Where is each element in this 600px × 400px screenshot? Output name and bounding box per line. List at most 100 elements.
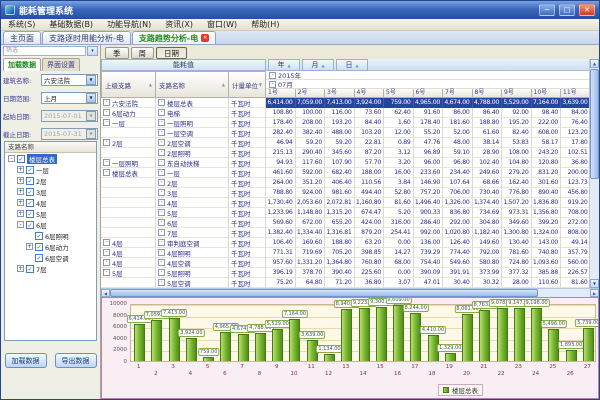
tree-item[interactable]: +✓7层 bbox=[5, 263, 96, 274]
cell-value[interactable]: 734.69 bbox=[473, 208, 503, 218]
tree-item[interactable]: +✓2层 bbox=[5, 175, 96, 186]
cell-value[interactable]: 776.80 bbox=[502, 188, 532, 198]
cell-value[interactable]: 200.00 bbox=[561, 168, 591, 178]
cell-value[interactable]: 59.20 bbox=[325, 138, 355, 148]
row-collapse-icon[interactable]: - bbox=[158, 129, 165, 136]
cell-value[interactable]: 86.40 bbox=[473, 108, 503, 118]
group-collapse-icon[interactable]: - bbox=[103, 139, 110, 146]
maximize-button[interactable]: □ bbox=[559, 4, 575, 16]
cell-value[interactable]: 3,639.00 bbox=[561, 98, 591, 108]
cell-value[interactable]: 836.80 bbox=[443, 208, 473, 218]
table-row[interactable]: -4层-4层照明千瓦时771.31719.69705.20398.8514.27… bbox=[101, 248, 591, 258]
cell-value[interactable]: 4,788.00 bbox=[473, 98, 503, 108]
cell-value[interactable]: 7,164.00 bbox=[532, 98, 562, 108]
day-header-10号[interactable]: 10号 bbox=[532, 89, 562, 98]
cell-value[interactable]: 59.10 bbox=[443, 148, 473, 158]
export-data-button[interactable]: 导出数据 bbox=[55, 353, 97, 368]
cell-value[interactable]: 130.40 bbox=[502, 238, 532, 248]
cell-value[interactable]: 82.40 bbox=[502, 128, 532, 138]
scroll-down-icon[interactable]: ▼ bbox=[590, 279, 599, 288]
cell-value[interactable]: 378.70 bbox=[296, 268, 326, 278]
chart-bar[interactable] bbox=[410, 313, 421, 361]
chart-bar[interactable] bbox=[134, 324, 145, 361]
cell-value[interactable]: 282.40 bbox=[266, 128, 296, 138]
cell-value[interactable]: 3.07 bbox=[384, 278, 414, 288]
group-collapse-icon[interactable]: - bbox=[103, 169, 110, 176]
chart-bar[interactable] bbox=[272, 329, 283, 361]
cell-value[interactable]: 272.00 bbox=[561, 218, 591, 228]
group-collapse-icon[interactable]: - bbox=[103, 269, 110, 276]
cell-value[interactable]: 792.00 bbox=[473, 248, 503, 258]
sort-asc-icon[interactable]: ▲ bbox=[149, 82, 152, 87]
row-collapse-icon[interactable]: - bbox=[158, 139, 165, 146]
cell-value[interactable]: 103.20 bbox=[355, 128, 385, 138]
cell-value[interactable]: 580.80 bbox=[473, 258, 503, 268]
row-collapse-icon[interactable]: - bbox=[158, 239, 165, 246]
tab-3[interactable]: 支路趋势分析-电✕ bbox=[132, 31, 216, 44]
cell-value[interactable]: 102.51 bbox=[561, 148, 591, 158]
expand-icon[interactable]: + bbox=[17, 166, 24, 173]
cell-value[interactable]: 1,233.96 bbox=[266, 208, 296, 218]
chart-bar[interactable] bbox=[289, 319, 300, 361]
cell-value[interactable]: 102.40 bbox=[473, 158, 503, 168]
group-collapse-icon[interactable]: - bbox=[103, 109, 110, 116]
cell-value[interactable]: 382.40 bbox=[296, 128, 326, 138]
cell-value[interactable]: 1,836.80 bbox=[532, 198, 562, 208]
cell-value[interactable]: 6,414.00 bbox=[266, 98, 296, 108]
cell-value[interactable]: 52.80 bbox=[384, 188, 414, 198]
cell-value[interactable]: 290.40 bbox=[296, 148, 326, 158]
cell-value[interactable]: 249.60 bbox=[473, 168, 503, 178]
cell-value[interactable]: 5.20 bbox=[384, 208, 414, 218]
cell-value[interactable]: 84.00 bbox=[561, 108, 591, 118]
chart-bar[interactable] bbox=[255, 333, 266, 361]
expand-icon[interactable]: + bbox=[17, 188, 24, 195]
cell-value[interactable]: 178.40 bbox=[266, 118, 296, 128]
cell-value[interactable]: 30.40 bbox=[443, 278, 473, 288]
cell-value[interactable]: 286.40 bbox=[414, 218, 444, 228]
cell-value[interactable]: 3,924.00 bbox=[355, 98, 385, 108]
cell-value[interactable]: 16.00 bbox=[384, 168, 414, 178]
chart-bar[interactable] bbox=[514, 308, 525, 361]
collapse-month-icon[interactable]: - bbox=[269, 81, 276, 88]
cell-value[interactable]: 36.80 bbox=[355, 278, 385, 288]
menu-item[interactable]: 系统(S) bbox=[1, 19, 42, 30]
cell-value[interactable]: 0.89 bbox=[384, 138, 414, 148]
table-row[interactable]: -5层千瓦时1,233.961,148.801,315.20674.475.20… bbox=[101, 208, 591, 218]
collapse-icon[interactable]: - bbox=[17, 221, 24, 228]
cell-value[interactable]: 398.85 bbox=[355, 248, 385, 258]
cell-value[interactable]: 461.60 bbox=[266, 168, 296, 178]
cell-value[interactable]: 1,331.20 bbox=[296, 258, 326, 268]
cell-value[interactable]: 49.14 bbox=[561, 238, 591, 248]
cell-value[interactable]: 96.00 bbox=[414, 158, 444, 168]
cell-value[interactable]: 188.80 bbox=[325, 238, 355, 248]
row-collapse-icon[interactable]: - bbox=[158, 249, 165, 256]
cell-value[interactable]: 592.00 bbox=[296, 168, 326, 178]
chart-bar[interactable] bbox=[359, 308, 370, 361]
cell-value[interactable]: 740.80 bbox=[532, 248, 562, 258]
cell-value[interactable]: 117.60 bbox=[296, 158, 326, 168]
cell-value[interactable]: 424.00 bbox=[355, 218, 385, 228]
checkbox-checked[interactable]: ✓ bbox=[35, 254, 43, 262]
cell-value[interactable]: 1,496.40 bbox=[414, 198, 444, 208]
cell-value[interactable]: 36.80 bbox=[561, 158, 591, 168]
cell-value[interactable]: 1,382.40 bbox=[266, 228, 296, 238]
cell-value[interactable]: 1,730.40 bbox=[266, 198, 296, 208]
field-button-月[interactable]: 月▲ bbox=[302, 59, 334, 71]
day-header-11号[interactable]: 11号 bbox=[561, 89, 591, 98]
cell-value[interactable]: 1,093.60 bbox=[532, 258, 562, 268]
table-row[interactable]: -3层千瓦时788.80924.00981.60494.4052.80757.2… bbox=[101, 188, 591, 198]
cell-value[interactable]: 100.00 bbox=[296, 108, 326, 118]
row-collapse-icon[interactable]: - bbox=[158, 229, 165, 236]
cell-value[interactable]: 1,334.40 bbox=[296, 228, 326, 238]
chart-bar[interactable] bbox=[220, 332, 231, 361]
expand-icon[interactable]: + bbox=[17, 265, 24, 272]
day-header-5号[interactable]: 5号 bbox=[384, 89, 414, 98]
tab-2[interactable]: 支路逐时用能分析-电 bbox=[42, 31, 131, 44]
cell-value[interactable]: 120.80 bbox=[532, 158, 562, 168]
dropdown-icon[interactable]: ▼ bbox=[86, 93, 96, 103]
collapse-year-icon[interactable]: - bbox=[269, 72, 276, 79]
table-row[interactable]: -6层千瓦时569.60672.00655.20424.00316.00286.… bbox=[101, 218, 591, 228]
cell-value[interactable]: 110.56 bbox=[355, 178, 385, 188]
expand-icon[interactable]: + bbox=[17, 177, 24, 184]
cell-value[interactable]: 123.73 bbox=[561, 178, 591, 188]
